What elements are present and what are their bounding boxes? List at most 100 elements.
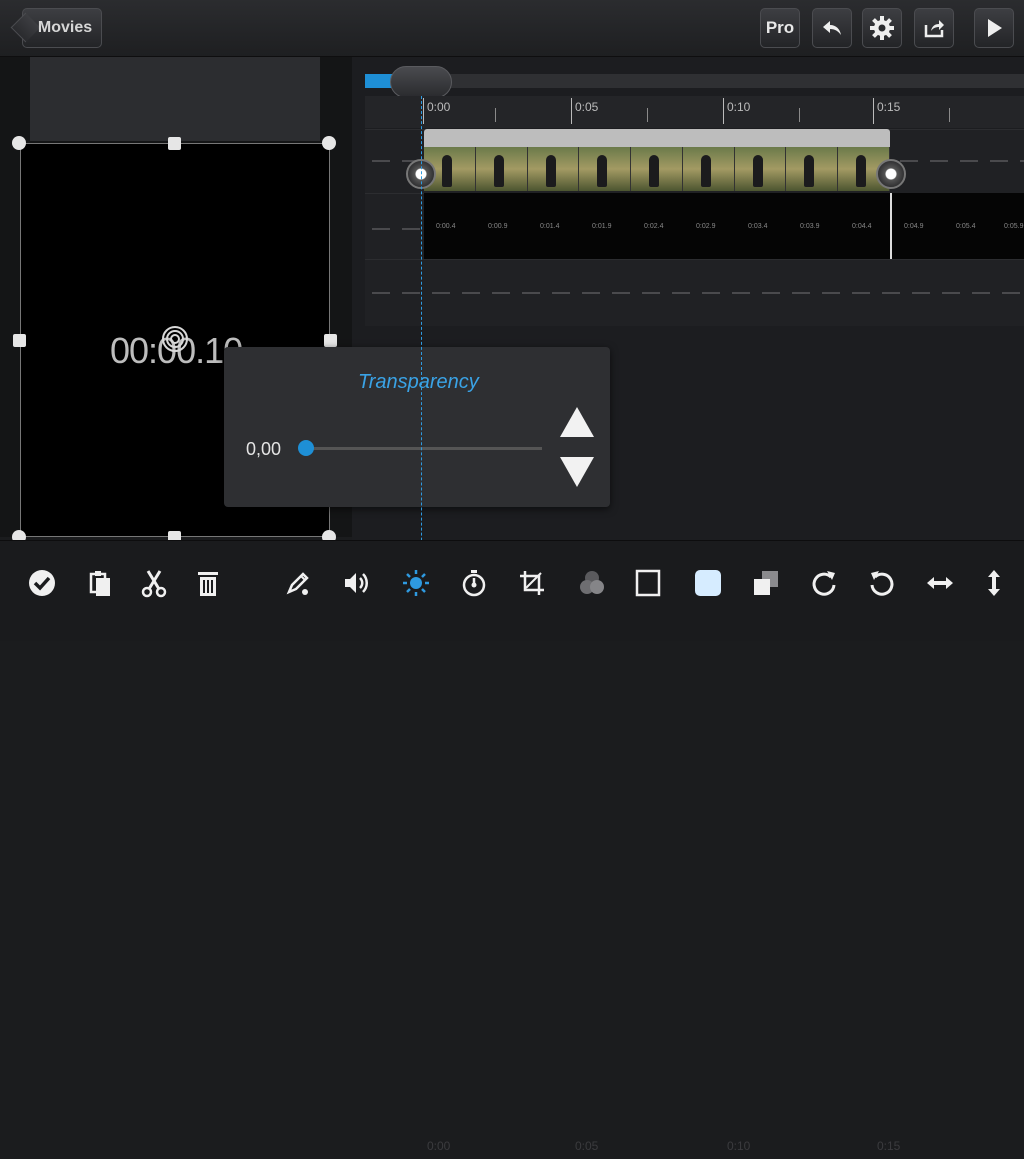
waveform-label: 0:03.4 (748, 223, 768, 230)
ruler-tick (423, 98, 424, 124)
ruler-tick (799, 108, 800, 122)
audio-waveform[interactable]: 0:00.4 0:00.9 0:01.4 0:01.9 0:02.4 0:02.… (424, 193, 1024, 259)
ruler-label: 0:00 (427, 100, 451, 114)
ruler-tick (873, 98, 874, 124)
brightness-icon (403, 570, 429, 596)
ruler-label: 0:15 (877, 1139, 901, 1153)
ruler-label: 0:00 (427, 1139, 451, 1153)
clip-end-marker (890, 193, 892, 259)
crop-button[interactable] (514, 565, 550, 601)
transparency-slider-track[interactable] (306, 447, 542, 450)
preview-top-panel (30, 57, 320, 141)
flip-horizontal-button[interactable] (922, 565, 958, 601)
paste-button[interactable] (82, 565, 118, 601)
resize-handle-top[interactable] (168, 137, 181, 150)
cut-button[interactable] (136, 565, 172, 601)
resize-handle-right[interactable] (324, 334, 337, 347)
flip-vertical-icon (988, 570, 1000, 596)
waveform-label: 0:05.9 (1004, 223, 1024, 230)
rotate-left-button[interactable] (864, 565, 900, 601)
decrease-arrow-icon[interactable] (560, 457, 594, 487)
clip-frame (475, 147, 528, 191)
clip-frame (631, 147, 683, 191)
play-icon (988, 19, 1002, 37)
waveform-label: 0:00.9 (488, 223, 508, 230)
timeline-scroll-thumb[interactable] (390, 66, 452, 98)
pro-button[interactable]: Pro (760, 8, 800, 48)
clip-frame (786, 147, 839, 191)
flip-horizontal-icon (927, 577, 953, 589)
share-button[interactable] (914, 8, 954, 48)
clip-frame (682, 147, 735, 191)
waveform-label: 0:04.4 (852, 223, 872, 230)
resize-handle-top-right[interactable] (322, 136, 336, 150)
layers-icon (754, 571, 778, 595)
ruler-tick (571, 98, 572, 124)
resize-handle-top-left[interactable] (12, 136, 26, 150)
paste-icon (89, 571, 110, 596)
undo-button[interactable] (812, 8, 852, 48)
confirm-button[interactable] (24, 565, 60, 601)
edit-button[interactable] (280, 565, 316, 601)
trash-icon (198, 572, 218, 596)
transparency-dialog: Transparency 0,00 (224, 347, 610, 507)
gear-icon (870, 16, 894, 40)
back-button[interactable]: Movies (10, 8, 102, 48)
track-divider (900, 160, 1024, 162)
ruler-label: 0:10 (727, 1139, 751, 1153)
top-bar: Movies Pro (0, 0, 1024, 57)
trim-end-knob[interactable] (876, 159, 906, 189)
rotate-left-icon (870, 571, 894, 596)
rotate-right-button[interactable] (806, 565, 842, 601)
bottom-ruler: 0:00 0:05 0:10 0:15 (365, 1139, 1024, 1159)
increase-arrow-icon[interactable] (560, 407, 594, 437)
waveform-label: 0:02.9 (696, 223, 716, 230)
flip-vertical-button[interactable] (976, 565, 1012, 601)
delete-button[interactable] (190, 565, 226, 601)
scissors-icon (141, 570, 167, 598)
video-clip[interactable] (424, 129, 891, 191)
play-button[interactable] (974, 8, 1014, 48)
check-icon (29, 570, 55, 596)
square-filled-icon (695, 570, 721, 596)
time-ruler: 0:00 0:05 0:10 0:15 (365, 96, 1024, 128)
resize-handle-left[interactable] (13, 334, 26, 347)
volume-button[interactable] (338, 565, 374, 601)
waveform-label: 0:02.4 (644, 223, 664, 230)
bottom-toolbar: 0:00 0:05 0:10 0:15 (0, 540, 1024, 1153)
layer-order-button[interactable] (748, 565, 784, 601)
square-outline-icon (635, 569, 661, 597)
waveform-label: 0:01.9 (592, 223, 612, 230)
brightness-button[interactable] (398, 565, 434, 601)
ruler-tick (647, 108, 648, 122)
back-label: Movies (37, 19, 93, 36)
clip-frame (579, 147, 632, 191)
ruler-tick (949, 108, 950, 122)
waveform-label: 0:03.9 (800, 223, 820, 230)
clip-frame (734, 147, 787, 191)
rotate-handle-icon[interactable] (158, 322, 192, 356)
ruler-label: 0:05 (575, 1139, 599, 1153)
ruler-tick (723, 98, 724, 124)
track-divider (372, 228, 422, 230)
waveform-label: 0:04.9 (904, 223, 924, 230)
dialog-title: Transparency (358, 371, 479, 393)
clip-frame (527, 147, 580, 191)
ruler-tick (495, 108, 496, 122)
settings-button[interactable] (862, 8, 902, 48)
share-icon (924, 20, 944, 38)
transparency-value: 0,00 (246, 439, 282, 459)
border-button[interactable] (630, 565, 666, 601)
crop-icon (520, 571, 544, 595)
stopwatch-icon (462, 570, 486, 597)
clip-thumbnails (424, 147, 891, 191)
ruler-label: 0:10 (727, 100, 751, 114)
pro-label: Pro (765, 18, 795, 37)
speed-button[interactable] (456, 565, 492, 601)
waveform-label: 0:00.4 (436, 223, 456, 230)
transparency-slider-thumb[interactable] (298, 440, 314, 456)
fill-button[interactable] (690, 565, 726, 601)
timeline-scroll-track[interactable] (365, 74, 1024, 88)
color-circles-icon (580, 571, 604, 594)
color-button[interactable] (574, 565, 610, 601)
